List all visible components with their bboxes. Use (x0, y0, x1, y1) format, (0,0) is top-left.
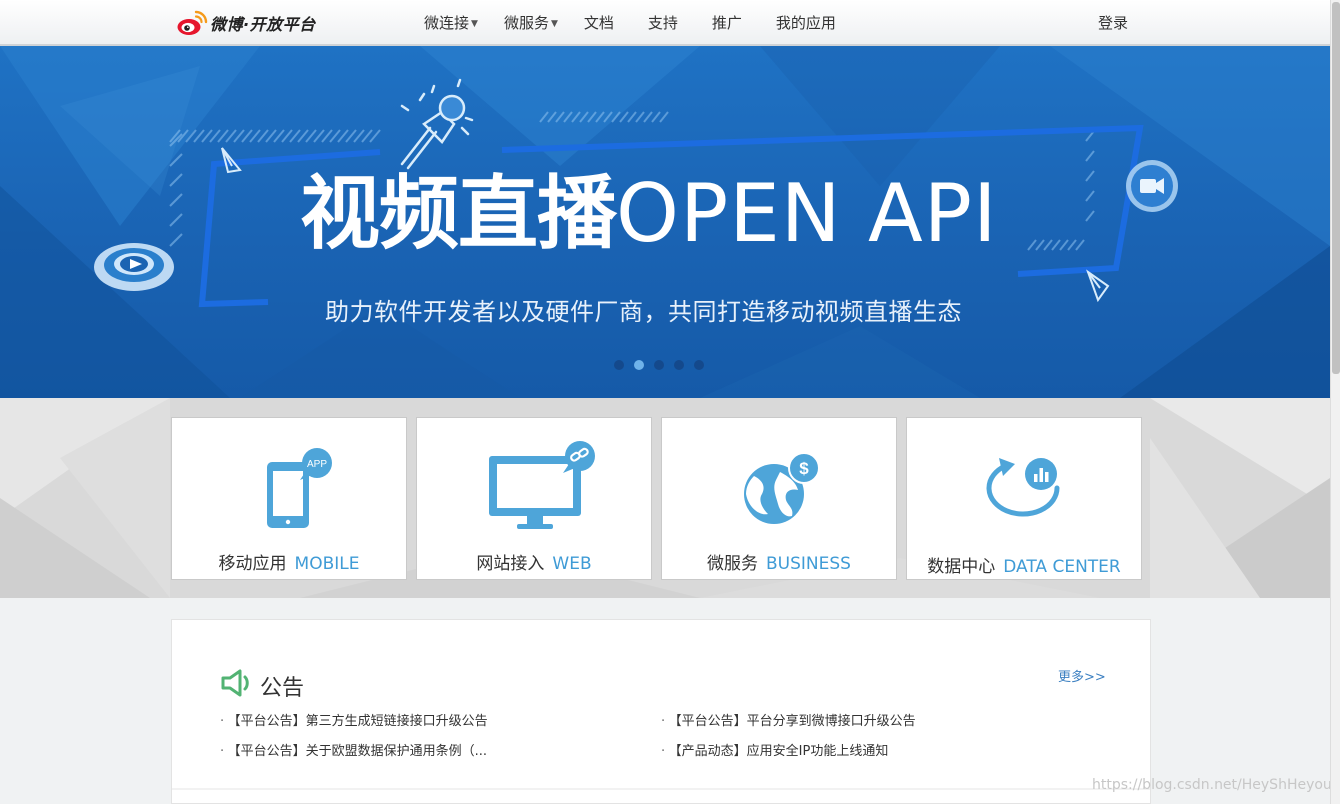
category-card-web[interactable]: 网站接入 WEB (416, 417, 652, 580)
category-card-mobile[interactable]: APP 移动应用 MOBILE (171, 417, 407, 580)
announcement-item[interactable]: · 【平台公告】关于欧盟数据保护通用条例（... (220, 740, 487, 759)
category-label-en: DATA CENTER (1003, 557, 1121, 577)
banner-title-en: OPEN API (616, 167, 998, 260)
banner-title-cn: 视频直播 (300, 167, 617, 260)
category-label: 微服务 BUSINESS (662, 549, 896, 574)
weibo-eye-icon (177, 10, 208, 35)
video-camera-icon (1126, 160, 1178, 212)
announcement-item-text: 【平台公告】关于欧盟数据保护通用条例（... (234, 744, 488, 759)
carousel-dot-4[interactable] (674, 360, 684, 370)
paper-plane-icon (1086, 269, 1110, 303)
top-nav: 微博·开放平台 微连接 ▼ 微服务 ▼ 文档 支持 推广 我的应用 登录 (0, 0, 1330, 46)
bullet: · (220, 744, 225, 759)
main-nav: 微连接 ▼ 微服务 ▼ 文档 支持 推广 我的应用 (424, 0, 870, 44)
logo-text: 微博·开放平台 (210, 15, 316, 34)
microphone-icon (400, 78, 474, 170)
watermark: https://blog.csdn.net/HeyShHeyou (1092, 777, 1332, 793)
category-label-cn: 网站接入 (476, 554, 545, 574)
vertical-scrollbar[interactable] (1330, 0, 1340, 804)
app-badge: APP (307, 459, 327, 470)
category-label: 移动应用 MOBILE (172, 549, 406, 574)
more-link[interactable]: 更多>> (1058, 666, 1106, 685)
announcement-title: 公告 (260, 676, 305, 701)
nav-item-weilianjie[interactable]: 微连接 ▼ (424, 12, 478, 33)
carousel-dots (614, 360, 714, 370)
play-disc-icon (94, 243, 174, 291)
nav-item-promotion[interactable]: 推广 (712, 12, 742, 33)
announcement-item-text: 【平台公告】第三方生成短链接接口升级公告 (234, 714, 488, 729)
carousel-dot-3[interactable] (654, 360, 664, 370)
announcement-item[interactable]: · 【平台公告】平台分享到微博接口升级公告 (661, 710, 916, 729)
nav-item-my-apps[interactable]: 我的应用 (776, 12, 836, 33)
speaker-icon (221, 669, 249, 697)
category-label-en: BUSINESS (766, 554, 851, 574)
nav-item-label: 微连接 (424, 13, 470, 32)
category-card-data-center[interactable]: 数据中心 DATA CENTER (906, 417, 1142, 580)
category-label-en: MOBILE (294, 554, 360, 574)
nav-item-support[interactable]: 支持 (648, 12, 678, 33)
announcement-panel: 公告 更多>> · 【平台公告】第三方生成短链接接口升级公告 · 【平台公告】平台分… (171, 619, 1151, 804)
banner-subtitle: 助力软件开发者以及硬件厂商，共同打造移动视频直播生态 (325, 298, 962, 326)
category-label-cn: 移动应用 (218, 554, 287, 574)
announcement-item[interactable]: · 【平台公告】第三方生成短链接接口升级公告 (220, 710, 488, 729)
nav-item-docs[interactable]: 文档 (584, 12, 614, 33)
category-card-business[interactable]: $ 微服务 BUSINESS (661, 417, 897, 580)
announcement-item-text: 【产品动态】应用安全IP功能上线通知 (675, 744, 889, 759)
chevron-down-icon: ▼ (550, 18, 558, 29)
banner-title: 视频直播OPEN API (300, 174, 998, 254)
category-label: 数据中心 DATA CENTER (907, 552, 1141, 577)
category-label-cn: 微服务 (707, 554, 759, 574)
announcement-item-text: 【平台公告】平台分享到微博接口升级公告 (675, 714, 916, 729)
category-label: 网站接入 WEB (417, 549, 651, 574)
category-section: APP 移动应用 MOBILE 网站接入 WEB $ 微服务 BUSINESS … (0, 398, 1330, 598)
category-label-en: WEB (552, 554, 592, 574)
nav-item-weifuwu[interactable]: 微服务 ▼ (504, 12, 558, 33)
announcement-item[interactable]: · 【产品动态】应用安全IP功能上线通知 (661, 740, 888, 759)
scrollbar-thumb[interactable] (1332, 2, 1340, 374)
carousel-dot-5[interactable] (694, 360, 704, 370)
chevron-down-icon: ▼ (471, 18, 478, 29)
carousel-dot-1[interactable] (614, 360, 624, 370)
hero-banner[interactable]: 视频直播OPEN API 助力软件开发者以及硬件厂商，共同打造移动视频直播生态 (0, 46, 1330, 398)
category-label-cn: 数据中心 (927, 557, 996, 577)
nav-item-label: 微服务 (503, 13, 549, 32)
carousel-dot-2[interactable] (634, 360, 644, 370)
bullet: · (661, 744, 666, 759)
panel-divider (172, 788, 1150, 790)
dollar-badge: $ (799, 459, 809, 478)
bullet: · (220, 714, 225, 729)
weibo-logo[interactable]: 微博·开放平台 (176, 9, 316, 37)
login-link[interactable]: 登录 (1098, 12, 1128, 33)
bullet: · (661, 714, 666, 729)
